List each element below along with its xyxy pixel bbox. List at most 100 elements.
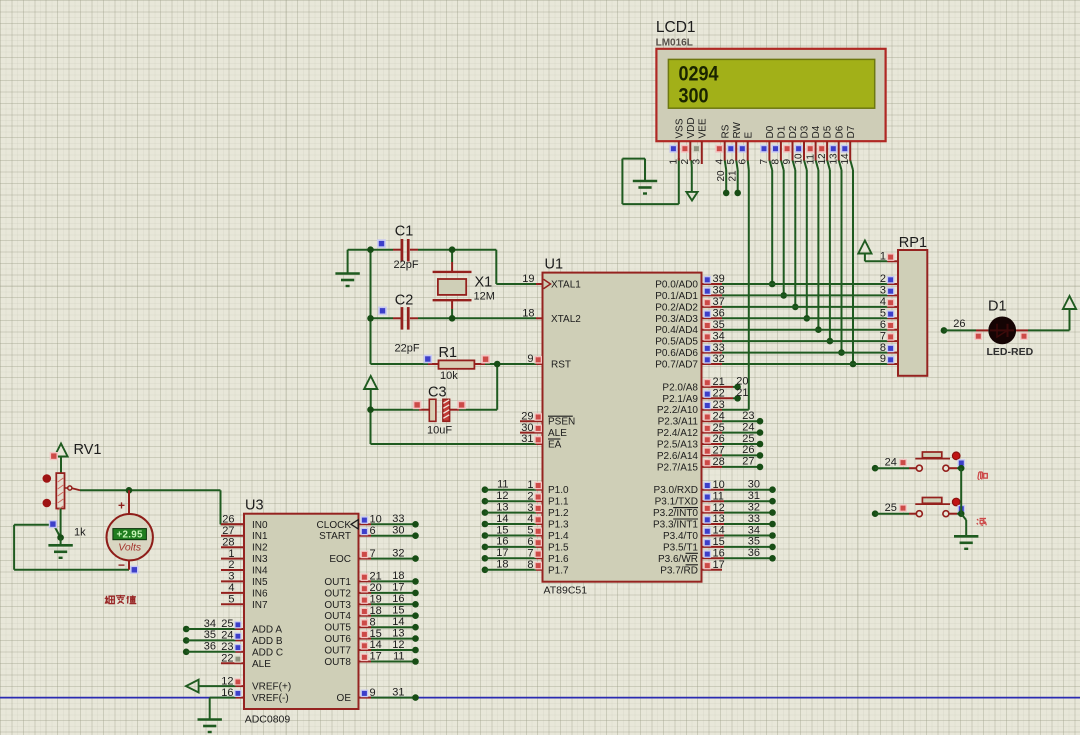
svg-text:AT89C51: AT89C51: [544, 585, 588, 597]
svg-text:P2.3/A11: P2.3/A11: [658, 417, 699, 428]
svg-text:+2.95: +2.95: [116, 530, 143, 541]
svg-text:1: 1: [527, 479, 533, 491]
svg-text:14: 14: [713, 525, 725, 537]
svg-text:P0.5/AD5: P0.5/AD5: [655, 337, 698, 348]
svg-text:XTAL2: XTAL2: [551, 314, 581, 325]
svg-text:OUT3: OUT3: [324, 600, 351, 611]
svg-text:P2.7/A15: P2.7/A15: [657, 462, 699, 473]
svg-text:IN4: IN4: [252, 566, 268, 577]
svg-text:IN5: IN5: [252, 577, 268, 588]
svg-text:R1: R1: [439, 345, 458, 361]
svg-text:P0.0/AD0: P0.0/AD0: [655, 280, 698, 291]
svg-text:14: 14: [840, 153, 851, 165]
svg-text:5: 5: [880, 308, 886, 320]
svg-text:24: 24: [885, 457, 897, 469]
svg-text:IN0: IN0: [252, 520, 268, 531]
svg-text:32: 32: [713, 353, 725, 365]
svg-text:8: 8: [771, 159, 782, 165]
svg-text:3: 3: [692, 159, 703, 165]
svg-text:6: 6: [370, 525, 376, 537]
svg-text:ADD B: ADD B: [252, 636, 283, 647]
svg-text:0294: 0294: [679, 62, 719, 86]
svg-text:13: 13: [392, 627, 404, 639]
svg-text:P1.7: P1.7: [548, 565, 569, 576]
svg-text:OUT8: OUT8: [324, 657, 351, 668]
svg-text:7: 7: [527, 548, 533, 560]
svg-text:ADD A: ADD A: [252, 625, 282, 636]
svg-text:3: 3: [880, 285, 886, 297]
svg-text:22: 22: [221, 653, 233, 665]
svg-text:29: 29: [521, 410, 533, 422]
svg-text:26: 26: [953, 318, 965, 330]
svg-text:25: 25: [742, 433, 754, 445]
svg-text:38: 38: [713, 285, 725, 297]
svg-text:P2.0/A8: P2.0/A8: [662, 382, 698, 393]
svg-text:CLOCK: CLOCK: [317, 520, 352, 531]
svg-text:34: 34: [713, 330, 725, 342]
svg-text:17: 17: [392, 582, 404, 594]
svg-text:21: 21: [713, 376, 725, 388]
svg-text:P1.6: P1.6: [548, 554, 569, 565]
svg-text:8: 8: [370, 616, 376, 628]
svg-text:P3.7/RD: P3.7/RD: [660, 565, 698, 576]
svg-text:U3: U3: [245, 498, 264, 514]
svg-text:4: 4: [880, 296, 886, 308]
svg-text:6: 6: [880, 319, 886, 331]
svg-text:30: 30: [521, 422, 533, 434]
svg-text:12: 12: [817, 153, 828, 165]
svg-text:32: 32: [392, 547, 404, 559]
svg-text:D3: D3: [800, 125, 811, 138]
svg-text:D1: D1: [988, 299, 1007, 315]
svg-text:C3: C3: [428, 385, 447, 401]
svg-text:VREF(-): VREF(-): [252, 693, 289, 704]
svg-text:22pF: 22pF: [394, 259, 419, 271]
svg-text:D0: D0: [765, 125, 776, 138]
svg-text:P3.0/RXD: P3.0/RXD: [654, 485, 698, 496]
svg-text:20: 20: [370, 582, 382, 594]
svg-text:ALE: ALE: [252, 659, 271, 670]
svg-text:5: 5: [527, 525, 533, 537]
svg-text:2: 2: [880, 273, 886, 285]
svg-text:1k: 1k: [74, 527, 86, 539]
svg-text:19: 19: [522, 273, 534, 285]
svg-text:6: 6: [737, 159, 748, 165]
svg-text:24: 24: [221, 630, 233, 642]
svg-text:30: 30: [392, 525, 404, 537]
svg-text:33: 33: [713, 342, 725, 354]
svg-text:14: 14: [392, 616, 404, 628]
svg-text:37: 37: [713, 296, 725, 308]
svg-text:31: 31: [392, 686, 404, 698]
svg-text:8: 8: [527, 559, 533, 571]
svg-text:OUT2: OUT2: [324, 588, 351, 599]
svg-text:E: E: [743, 132, 754, 139]
svg-text:34: 34: [204, 618, 216, 630]
svg-text:ADC0809: ADC0809: [245, 714, 291, 726]
svg-text:26: 26: [713, 433, 725, 445]
svg-text:15: 15: [392, 605, 404, 617]
svg-text:17: 17: [713, 559, 725, 571]
svg-text:+: +: [118, 499, 125, 513]
svg-text:16: 16: [496, 536, 508, 548]
svg-text:LED-RED: LED-RED: [987, 346, 1034, 358]
svg-text:P3.1/TXD: P3.1/TXD: [655, 497, 698, 508]
svg-text:LCD1: LCD1: [656, 19, 696, 36]
svg-text:IN1: IN1: [252, 531, 268, 542]
svg-text:OUT7: OUT7: [324, 646, 351, 657]
svg-text:13: 13: [828, 153, 839, 165]
svg-text:P2.1/A9: P2.1/A9: [662, 394, 698, 405]
svg-text:12: 12: [221, 675, 233, 687]
svg-text:ADD C: ADD C: [252, 647, 283, 658]
svg-text:19: 19: [370, 594, 382, 606]
svg-text:P3.4/T0: P3.4/T0: [663, 531, 698, 542]
svg-text:P0.3/AD3: P0.3/AD3: [655, 314, 698, 325]
svg-text:15: 15: [713, 536, 725, 548]
svg-text:IN6: IN6: [252, 588, 268, 599]
svg-text:10uF: 10uF: [427, 425, 452, 437]
svg-text:7: 7: [370, 548, 376, 560]
svg-text:−: −: [118, 558, 125, 572]
svg-text:39: 39: [713, 273, 725, 285]
svg-text:D4: D4: [811, 125, 822, 138]
svg-text:33: 33: [392, 513, 404, 525]
svg-text:23: 23: [713, 399, 725, 411]
svg-text:2: 2: [228, 559, 234, 571]
